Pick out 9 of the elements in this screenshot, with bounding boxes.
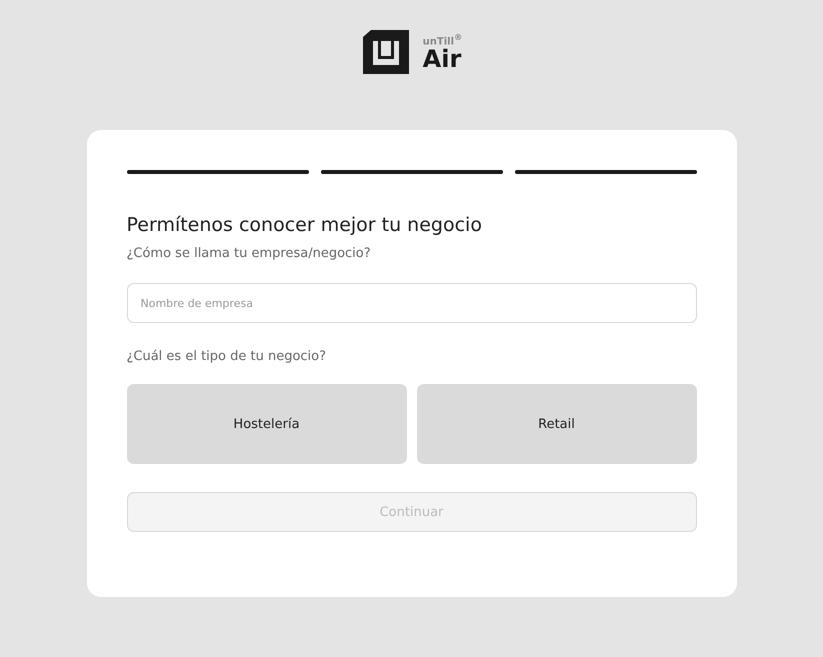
business-type-option[interactable]: Retail xyxy=(416,384,696,464)
question-label: ¿Cómo se llama tu empresa/negocio? xyxy=(126,246,372,261)
business-type-option[interactable]: Hostelería xyxy=(126,384,406,464)
product-name: Air xyxy=(422,47,462,72)
logo-icon xyxy=(360,29,411,75)
brand-name: unTill$^{®}$ xyxy=(422,32,462,48)
question-label: ¿Cuál es el tipo de tu negocio? xyxy=(126,349,328,364)
company-name-field[interactable]: Nombre de empresa xyxy=(126,283,696,323)
form-title: Permítenos conocer mejor tu negocio xyxy=(126,214,483,236)
